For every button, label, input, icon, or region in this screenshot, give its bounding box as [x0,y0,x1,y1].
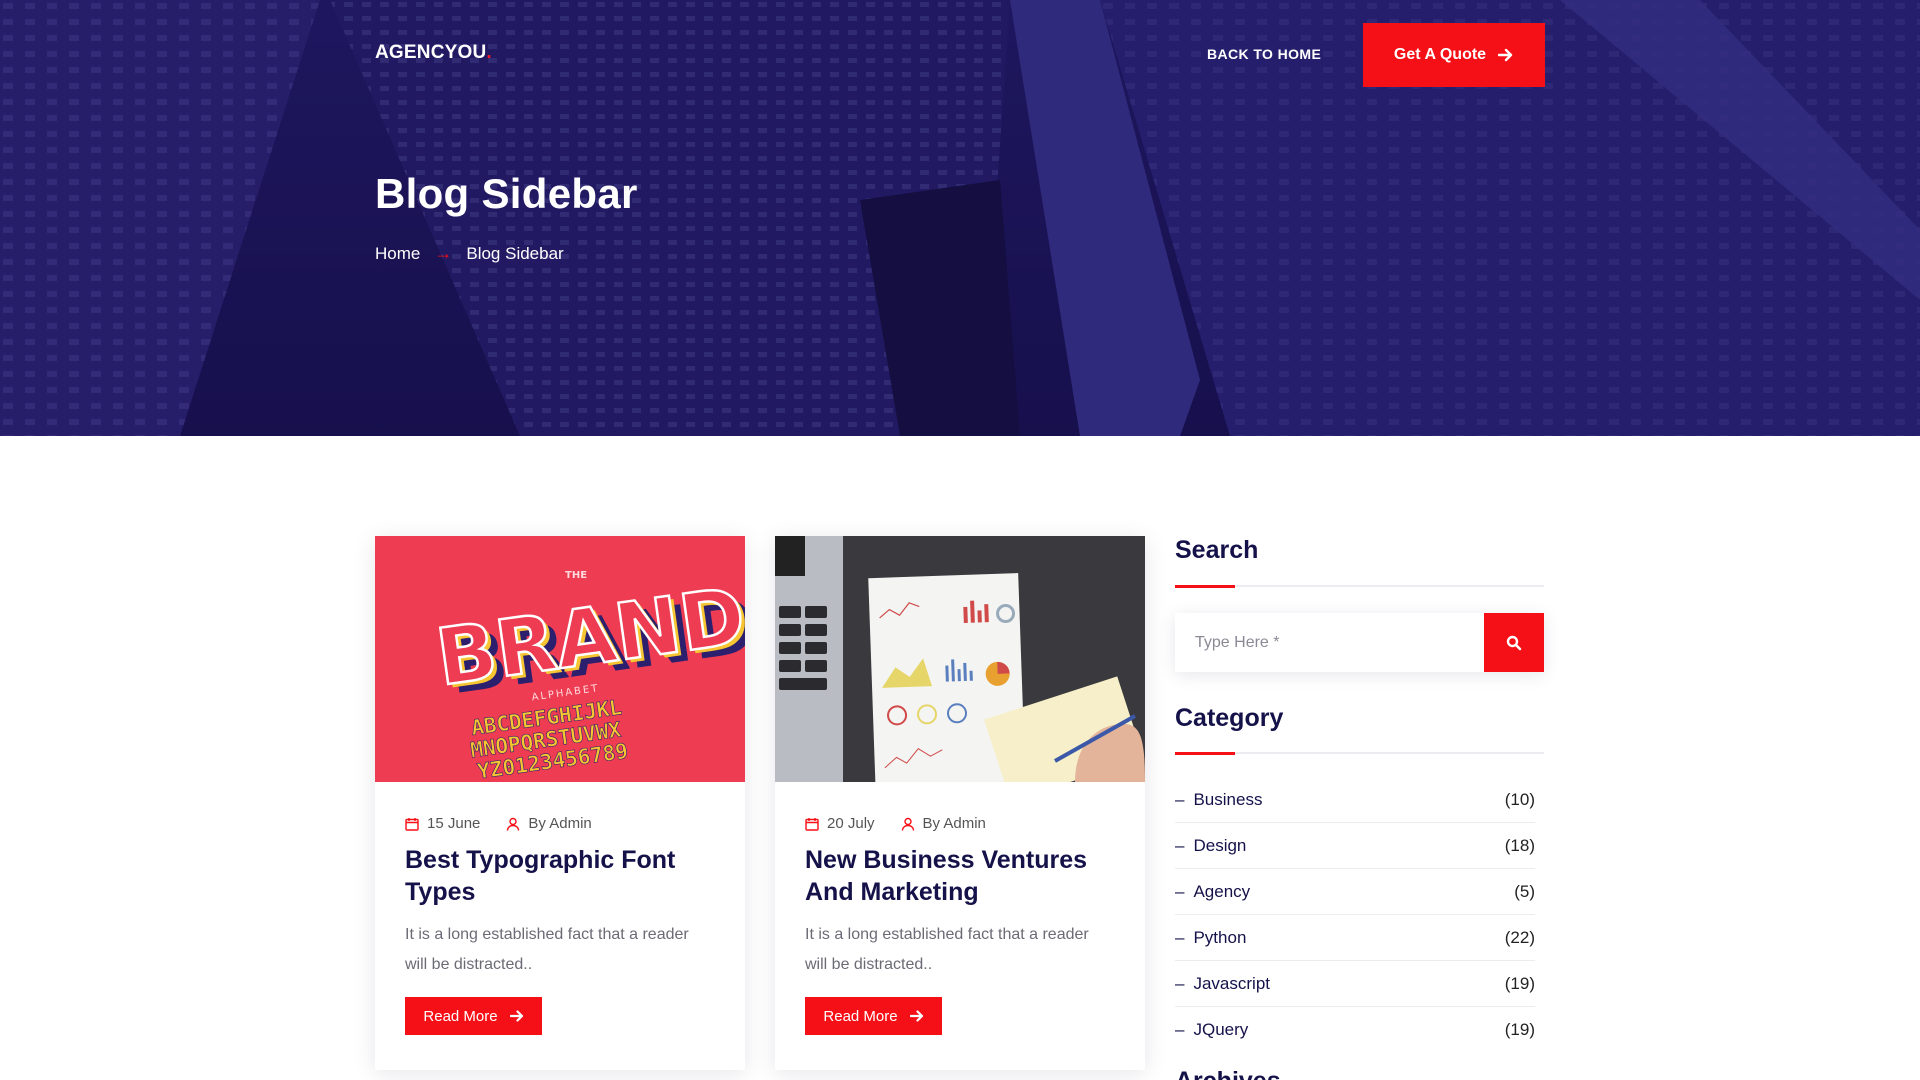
hero-background-buildings [0,0,1920,436]
category-label: Python [1175,928,1246,948]
archives-widget-title: Archives [1175,1066,1281,1080]
category-label: JQuery [1175,1020,1248,1040]
breadcrumb: Home → Blog Sidebar [375,243,564,264]
category-list: Business (10) Design (18) Agency (5) Pyt… [1175,777,1535,1052]
arrow-right-icon [1498,48,1513,62]
search-button[interactable] [1484,613,1544,672]
category-widget-divider [1175,752,1544,755]
post-excerpt: It is a long established fact that a rea… [405,926,689,973]
user-icon [507,817,520,831]
hero-banner: AGENCYOU. BACK TO HOME Get A Quote Blog … [0,0,1920,436]
category-item-design[interactable]: Design (18) [1175,823,1535,869]
search-widget-title: Search [1175,536,1259,564]
category-item-javascript[interactable]: Javascript (19) [1175,961,1535,1007]
site-logo[interactable]: AGENCYOU. [375,42,492,64]
post-meta: 20 July By Admin [805,815,986,832]
post-date: 20 July [827,815,875,832]
category-count: (19) [1504,973,1535,993]
category-widget-title: Category [1175,704,1284,732]
search-widget-divider [1175,585,1544,588]
breadcrumb-home-link[interactable]: Home [375,244,420,264]
search-form [1175,613,1544,672]
user-icon [901,817,914,831]
post-thumbnail-business-charts[interactable] [775,536,1145,782]
read-more-label: Read More [423,1007,498,1025]
get-a-quote-button[interactable]: Get A Quote [1363,23,1545,87]
category-label: Business [1175,790,1262,810]
post-title[interactable]: New Business Ventures And Marketing [805,844,1125,908]
calendar-icon [405,817,419,831]
category-item-jquery[interactable]: JQuery (19) [1175,1007,1535,1052]
post-excerpt: It is a long established fact that a rea… [805,926,1089,973]
back-to-home-link[interactable]: BACK TO HOME [1207,46,1321,62]
category-label: Javascript [1175,974,1270,994]
category-count: (22) [1504,927,1535,947]
post-author[interactable]: By Admin [923,815,986,832]
category-label: Design [1175,836,1246,856]
page-title: Blog Sidebar [375,170,638,217]
read-more-label: Read More [823,1007,898,1025]
read-more-button[interactable]: Read More [405,997,542,1035]
search-icon [1506,635,1522,650]
category-label: Agency [1175,882,1250,902]
blog-post-card: THE BRAND BRAND BRAND ALPHABET ABCDEFGHI… [375,536,745,1070]
category-count: (19) [1504,1019,1535,1039]
logo-text: AGENCYOU [375,42,487,63]
post-title[interactable]: Best Typographic Font Types [405,844,725,908]
category-count: (10) [1504,789,1535,809]
breadcrumb-arrow-icon: → [434,243,453,263]
category-item-business[interactable]: Business (10) [1175,777,1535,823]
category-item-agency[interactable]: Agency (5) [1175,869,1535,915]
calendar-icon [805,817,819,831]
post-date: 15 June [427,815,481,832]
category-count: (5) [1514,881,1535,901]
arrow-right-icon [909,1010,923,1022]
post-author[interactable]: By Admin [528,815,591,832]
arrow-right-icon [509,1010,523,1022]
category-count: (18) [1504,835,1535,855]
get-a-quote-label: Get A Quote [1393,46,1487,63]
search-input[interactable] [1175,613,1484,672]
read-more-button[interactable]: Read More [805,997,942,1035]
category-item-python[interactable]: Python (22) [1175,915,1535,961]
logo-dot: . [486,42,492,63]
post-thumbnail-brand-typography[interactable]: THE BRAND BRAND BRAND ALPHABET ABCDEFGHI… [375,536,745,782]
blog-post-card: 20 July By Admin New Business Ventures A… [775,536,1145,1070]
image-the-text: THE [565,570,587,581]
breadcrumb-current: Blog Sidebar [466,243,564,263]
post-meta: 15 June By Admin [405,815,592,832]
